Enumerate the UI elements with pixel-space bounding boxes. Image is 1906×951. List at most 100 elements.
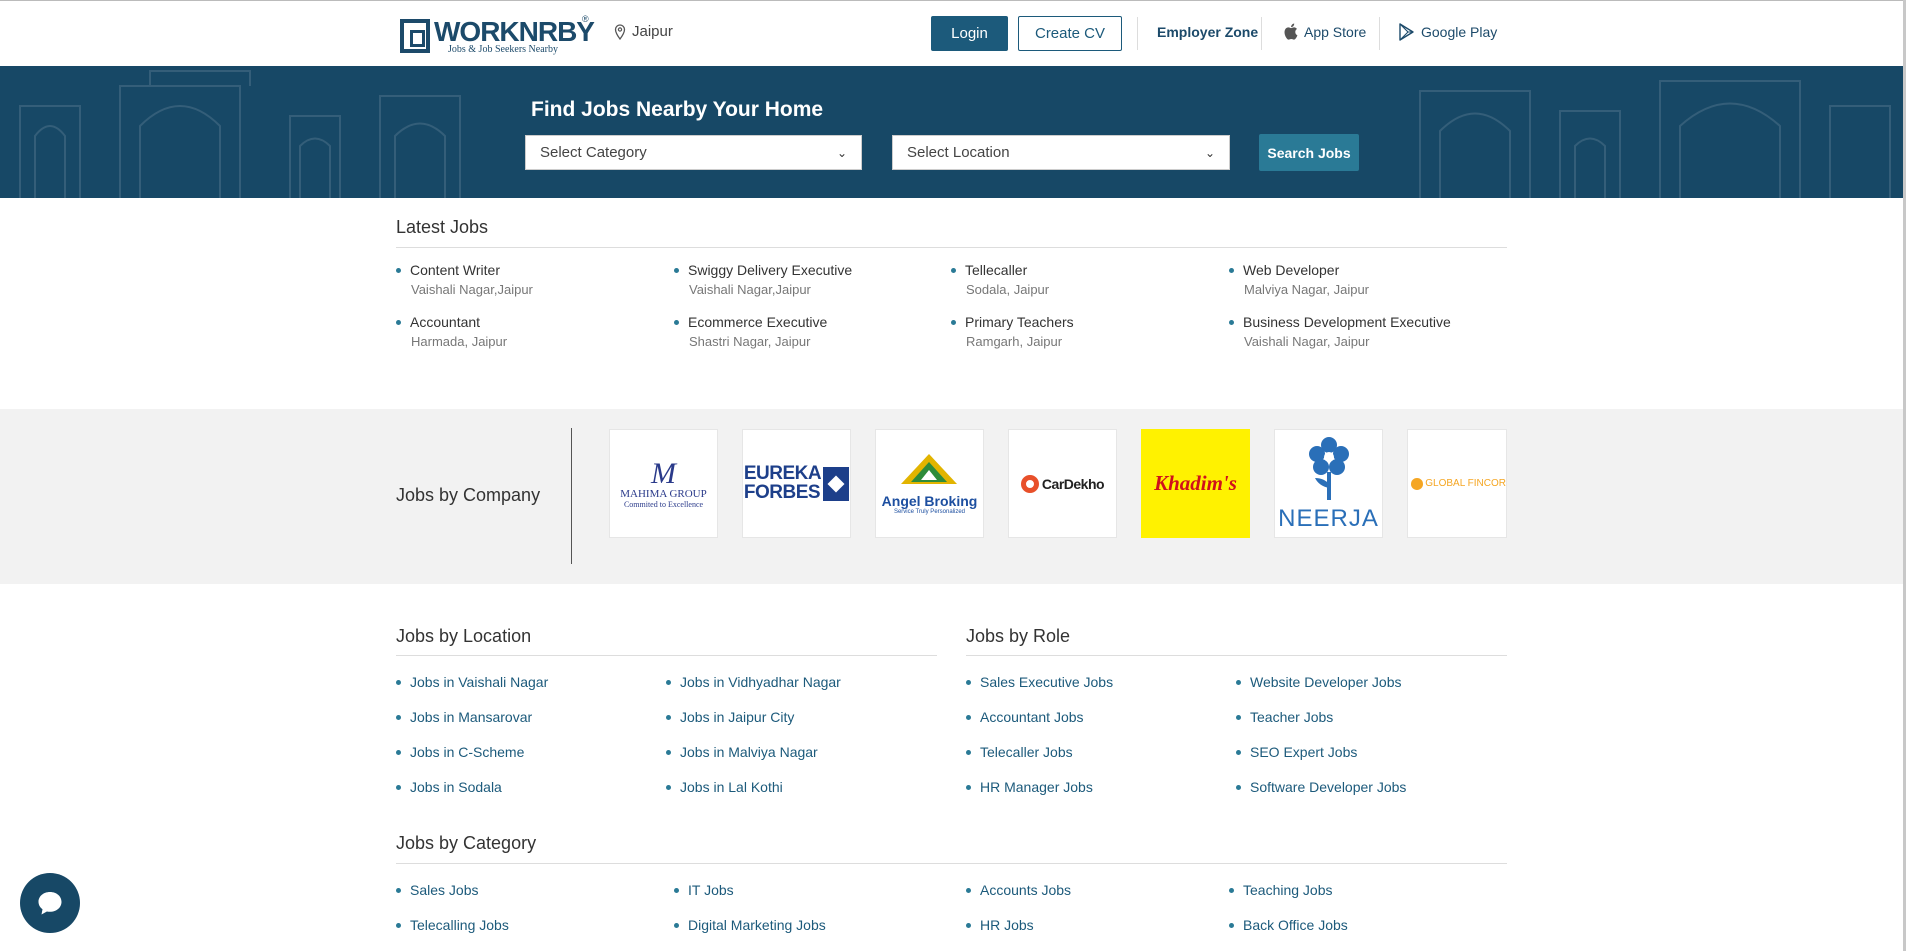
chevron-down-icon: ⌄ (836, 145, 847, 160)
triangle-emblem-icon (901, 454, 958, 484)
location-label: Jaipur (632, 23, 673, 40)
job-title: Business Development Executive (1229, 314, 1451, 330)
google-play-link[interactable]: Google Play (1398, 23, 1497, 41)
company-logo-angel-broking[interactable]: Angel Broking Service Truly Personalized (875, 429, 984, 538)
role-link[interactable]: Sales Executive Jobs (966, 674, 1113, 690)
current-location[interactable]: Jaipur (614, 23, 673, 40)
logo-mark-icon (400, 19, 430, 53)
nav-divider (1261, 17, 1262, 50)
location-link[interactable]: Jobs in Vaishali Nagar (396, 674, 548, 690)
job-title: Ecommerce Executive (674, 314, 827, 330)
job-location: Ramgarh, Jaipur (966, 334, 1063, 349)
job-location: Vaishali Nagar,Jaipur (689, 282, 811, 297)
job-listing[interactable]: Ecommerce Executive Shastri Nagar, Jaipur (674, 314, 827, 349)
company-divider (571, 428, 572, 564)
location-select[interactable]: Select Location ⌄ (892, 135, 1230, 170)
logo-name: EUREKA (743, 463, 822, 485)
chat-bubble-icon (38, 892, 62, 915)
apple-icon (1284, 23, 1298, 40)
job-listing[interactable]: Accountant Harmada, Jaipur (396, 314, 507, 349)
app-store-link[interactable]: App Store (1283, 23, 1366, 40)
nav-divider (1137, 17, 1138, 50)
logo-name: NEERJA (1278, 505, 1379, 532)
job-listing[interactable]: Swiggy Delivery Executive Vaishali Nagar,… (674, 262, 852, 297)
role-link[interactable]: Teacher Jobs (1236, 709, 1333, 725)
category-link[interactable]: Teaching Jobs (1229, 882, 1333, 898)
job-location: Vaishali Nagar,Jaipur (411, 282, 533, 297)
job-listing[interactable]: Primary Teachers Ramgarh, Jaipur (951, 314, 1074, 349)
role-link[interactable]: HR Manager Jobs (966, 779, 1093, 795)
jobs-by-category-heading: Jobs by Category (396, 833, 537, 853)
logo-slogan: Commited to Excellence (623, 499, 704, 509)
logo-registered-mark: ® (582, 14, 589, 24)
company-logo-eureka-forbes[interactable]: EUREKA FORBES (742, 429, 851, 538)
chevron-down-icon: ⌄ (1204, 145, 1215, 160)
job-title: Tellecaller (951, 262, 1049, 278)
location-link[interactable]: Jobs in C-Scheme (396, 744, 524, 760)
location-link[interactable]: Jobs in Malviya Nagar (666, 744, 818, 760)
logo-name: GLOBAL FINCOR (1425, 478, 1506, 489)
login-button[interactable]: Login (931, 16, 1008, 51)
logo-name: Khadim's (1154, 471, 1237, 495)
job-location: Malviya Nagar, Jaipur (1244, 282, 1369, 297)
location-link[interactable]: Jobs in Lal Kothi (666, 779, 783, 795)
job-listing[interactable]: Tellecaller Sodala, Jaipur (951, 262, 1049, 297)
role-link[interactable]: Telecaller Jobs (966, 744, 1073, 760)
category-link[interactable]: IT Jobs (674, 882, 734, 898)
google-play-icon (1399, 23, 1414, 41)
section-divider (396, 655, 937, 656)
job-title: Accountant (396, 314, 507, 330)
star-emblem-icon (823, 466, 850, 501)
jobs-by-role-heading: Jobs by Role (966, 626, 1071, 646)
section-divider (966, 655, 1507, 656)
latest-jobs-heading: Latest Jobs (396, 217, 489, 237)
flower-emblem-icon (1308, 437, 1349, 500)
hero-search-banner: Find Jobs Nearby Your Home Select Catego… (0, 66, 1903, 198)
company-logo-global-fincorp[interactable]: GLOBAL FINCOR (1407, 429, 1507, 538)
car-emblem-icon (1020, 474, 1039, 493)
logo-slogan: Service Truly Personalized (893, 509, 965, 515)
location-link[interactable]: Jobs in Sodala (396, 779, 502, 795)
company-logo-mahima-group[interactable]: M MAHIMA GROUP Commited to Excellence (609, 429, 718, 538)
company-logo-neerja[interactable]: NEERJA (1274, 429, 1383, 538)
jobs-by-location-heading: Jobs by Location (396, 626, 532, 646)
google-play-label: Google Play (1421, 24, 1498, 40)
location-pin-icon (614, 23, 626, 40)
category-select-value: Select Category (540, 144, 647, 161)
job-listing[interactable]: Business Development Executive Vaishali N… (1229, 314, 1451, 349)
role-link[interactable]: SEO Expert Jobs (1236, 744, 1357, 760)
globe-emblem-icon (1411, 477, 1424, 490)
section-divider (396, 863, 1507, 864)
create-cv-button[interactable]: Create CV (1018, 16, 1122, 51)
app-store-label: App Store (1304, 23, 1367, 40)
site-logo[interactable]: WORKNRBY ® Jobs & Job Seekers Nearby (400, 14, 595, 57)
company-logo-cardekho[interactable]: CarDekho (1008, 429, 1117, 538)
chat-widget-button[interactable] (20, 873, 80, 933)
employer-zone-link[interactable]: Employer Zone (1157, 24, 1258, 40)
category-select[interactable]: Select Category ⌄ (525, 135, 862, 170)
category-link[interactable]: HR Jobs (966, 917, 1034, 933)
role-link[interactable]: Software Developer Jobs (1236, 779, 1406, 795)
category-link[interactable]: Accounts Jobs (966, 882, 1071, 898)
location-link[interactable]: Jobs in Vidhyadhar Nagar (666, 674, 841, 690)
logo-name: CarDekho (1041, 475, 1105, 492)
logo-monogram: M (651, 456, 676, 490)
hero-title: Find Jobs Nearby Your Home (531, 98, 824, 121)
search-jobs-button[interactable]: Search Jobs (1259, 134, 1359, 171)
role-link[interactable]: Website Developer Jobs (1236, 674, 1401, 690)
location-link[interactable]: Jobs in Jaipur City (666, 709, 794, 725)
job-location: Shastri Nagar, Jaipur (689, 334, 811, 349)
job-listing[interactable]: Content Writer Vaishali Nagar,Jaipur (396, 262, 533, 297)
category-link[interactable]: Sales Jobs (396, 882, 478, 898)
jobs-by-company-heading: Jobs by Company (396, 485, 541, 505)
category-link[interactable]: Back Office Jobs (1229, 917, 1348, 933)
location-link[interactable]: Jobs in Mansarovar (396, 709, 532, 725)
logo-tagline: Jobs & Job Seekers Nearby (448, 44, 558, 55)
location-select-value: Select Location (907, 144, 1010, 161)
category-link[interactable]: Digital Marketing Jobs (674, 917, 826, 933)
role-link[interactable]: Accountant Jobs (966, 709, 1084, 725)
job-listing[interactable]: Web Developer Malviya Nagar, Jaipur (1229, 262, 1369, 297)
company-logo-khadims[interactable]: Khadim's (1141, 429, 1250, 538)
category-link[interactable]: Telecalling Jobs (396, 917, 509, 933)
job-title: Primary Teachers (951, 314, 1074, 330)
